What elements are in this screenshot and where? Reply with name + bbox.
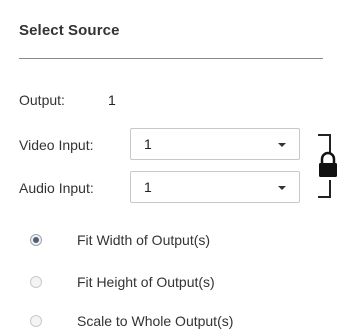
radio-label: Scale to Whole Output(s) — [77, 313, 234, 329]
audio-input-label: Audio Input: — [19, 180, 94, 196]
radio-label: Fit Width of Output(s) — [77, 232, 211, 248]
output-value: 1 — [108, 92, 116, 108]
radio-button[interactable] — [30, 234, 42, 246]
radio-button[interactable] — [30, 276, 42, 288]
output-label: Output: — [19, 92, 65, 108]
lock-icon[interactable] — [316, 150, 340, 180]
video-input-label: Video Input: — [19, 137, 94, 153]
video-input-value: 1 — [144, 136, 152, 152]
panel-title: Select Source — [19, 22, 120, 39]
radio-button[interactable] — [30, 315, 42, 327]
chevron-down-icon — [278, 143, 286, 147]
audio-input-select[interactable]: 1 — [130, 171, 300, 203]
link-bracket-bottom — [318, 180, 331, 198]
chevron-down-icon — [278, 186, 286, 190]
audio-input-value: 1 — [144, 179, 152, 195]
video-input-select[interactable]: 1 — [130, 128, 300, 160]
radio-label: Fit Height of Output(s) — [77, 274, 215, 290]
select-source-panel: Select Source Output: 1 Video Input: 1 A… — [0, 0, 346, 331]
title-divider — [19, 58, 323, 59]
